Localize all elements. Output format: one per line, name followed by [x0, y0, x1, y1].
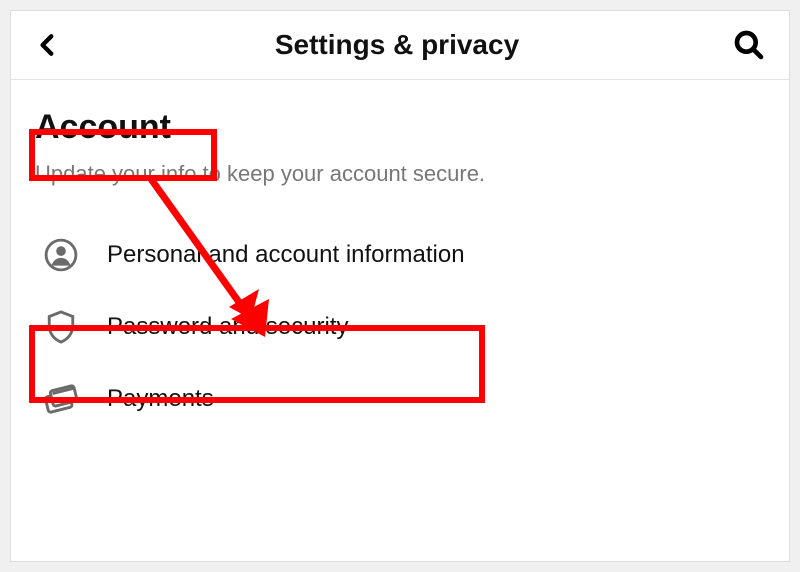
menu-item-personal-info[interactable]: Personal and account information — [35, 219, 765, 291]
header-bar: Settings & privacy — [11, 11, 789, 80]
cards-icon — [43, 381, 79, 417]
section-title: Account — [35, 106, 177, 149]
menu-item-label: Personal and account information — [107, 241, 465, 269]
menu-item-password-security[interactable]: Password and security — [35, 291, 765, 363]
shield-icon — [43, 309, 79, 345]
user-circle-icon — [43, 237, 79, 273]
menu-item-payments[interactable]: Payments — [35, 363, 765, 435]
menu-item-label: Payments — [107, 385, 214, 413]
menu-item-label: Password and security — [107, 313, 348, 341]
back-icon[interactable] — [35, 32, 61, 58]
settings-screen: Settings & privacy Account Update your i… — [10, 10, 790, 562]
menu-list: Personal and account information Passwor… — [35, 219, 765, 435]
section-subtitle: Update your info to keep your account se… — [35, 161, 765, 187]
content-area: Account Update your info to keep your ac… — [11, 80, 789, 435]
page-title: Settings & privacy — [61, 29, 733, 61]
search-icon[interactable] — [733, 29, 765, 61]
